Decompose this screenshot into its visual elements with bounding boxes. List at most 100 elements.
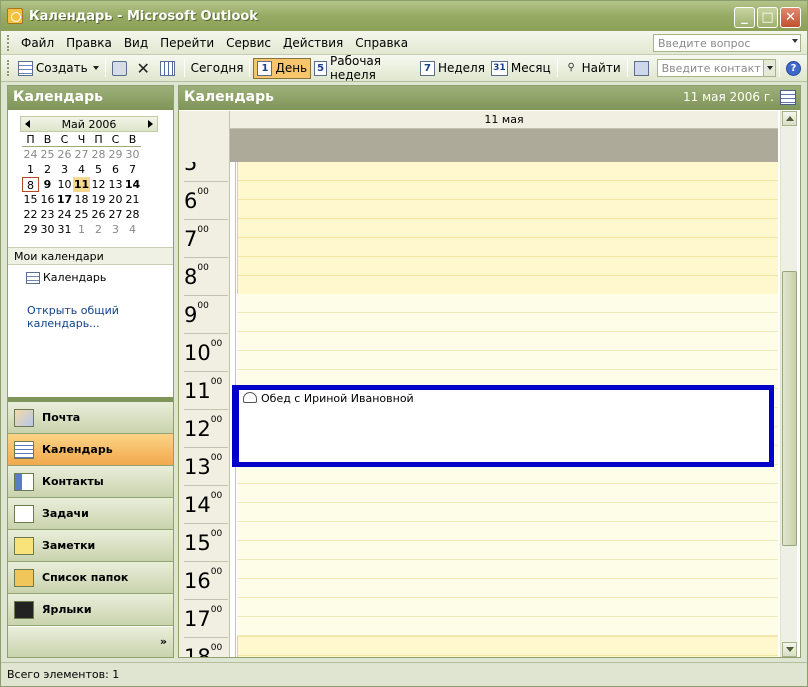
date-cell[interactable]: 30 bbox=[39, 222, 56, 237]
menu-go[interactable]: Перейти bbox=[154, 34, 220, 52]
date-cell[interactable]: 15 bbox=[22, 192, 39, 207]
date-cell[interactable]: 2 bbox=[90, 222, 107, 237]
scroll-down-icon[interactable] bbox=[782, 642, 797, 657]
date-cell[interactable]: 26 bbox=[56, 147, 73, 162]
date-cell[interactable]: 30 bbox=[124, 147, 141, 162]
menu-actions[interactable]: Действия bbox=[277, 34, 349, 52]
date-cell[interactable]: 9 bbox=[39, 177, 56, 192]
date-cell[interactable]: 26 bbox=[90, 207, 107, 222]
standard-toolbar: Создать ✕ Сегодня 1 День 5 Рабочая недел… bbox=[1, 54, 807, 82]
menu-edit[interactable]: Правка bbox=[60, 34, 118, 52]
create-button[interactable]: Создать bbox=[15, 58, 102, 79]
menu-tools[interactable]: Сервис bbox=[220, 34, 277, 52]
nav-button-contacts[interactable]: Контакты bbox=[8, 466, 173, 498]
date-cell[interactable]: 1 bbox=[73, 222, 90, 237]
date-cell[interactable]: 27 bbox=[107, 207, 124, 222]
contacts-icon bbox=[14, 472, 34, 491]
ask-question-input[interactable]: Введите вопрос bbox=[653, 34, 801, 52]
day-view-button[interactable]: 1 День bbox=[253, 57, 312, 79]
chevron-more-icon[interactable]: » bbox=[160, 635, 167, 648]
configure-buttons[interactable]: » bbox=[8, 627, 173, 657]
chevron-down-icon[interactable] bbox=[92, 66, 99, 70]
date-cell[interactable]: 27 bbox=[73, 147, 90, 162]
date-cell[interactable]: 5 bbox=[90, 162, 107, 177]
chevron-down-icon[interactable] bbox=[763, 60, 775, 76]
date-cell[interactable]: 31 bbox=[56, 222, 73, 237]
hour-minutes: 00 bbox=[210, 415, 223, 425]
date-cell[interactable]: 18 bbox=[73, 192, 90, 207]
date-cell[interactable]: 12 bbox=[90, 177, 107, 192]
maximize-button[interactable]: □ bbox=[757, 7, 778, 28]
nav-button-calendar[interactable]: Календарь bbox=[8, 434, 173, 466]
minimize-button[interactable]: _ bbox=[734, 7, 755, 28]
date-cell[interactable]: 4 bbox=[124, 222, 141, 237]
date-cell[interactable]: 21 bbox=[124, 192, 141, 207]
address-book-button[interactable] bbox=[631, 58, 655, 79]
calendar-list-item[interactable]: Календарь bbox=[26, 271, 106, 284]
date-cell[interactable]: 2 bbox=[39, 162, 56, 177]
nav-button-notes[interactable]: Заметки bbox=[8, 530, 173, 562]
today-button[interactable]: Сегодня bbox=[188, 58, 247, 79]
date-cell[interactable]: 17 bbox=[56, 192, 73, 207]
title-bar[interactable]: Календарь - Microsoft Outlook _ □ ✕ bbox=[1, 1, 807, 31]
date-cell[interactable]: 25 bbox=[39, 147, 56, 162]
print-button[interactable] bbox=[109, 58, 133, 79]
date-cell[interactable]: 3 bbox=[107, 222, 124, 237]
date-cell[interactable]: 16 bbox=[39, 192, 56, 207]
nav-button-shortcuts[interactable]: Ярлыки bbox=[8, 594, 173, 626]
date-cell[interactable]: 19 bbox=[90, 192, 107, 207]
date-cell[interactable]: 28 bbox=[90, 147, 107, 162]
previous-month-icon[interactable] bbox=[25, 120, 30, 128]
navigation-pane: Календарь Май 2006 П В С Ч П С В 24 25 26 27 28 29 30… bbox=[7, 85, 174, 658]
outlook-icon[interactable] bbox=[7, 8, 23, 24]
find-contact-input[interactable]: Введите контакт bbox=[656, 59, 776, 77]
delete-button[interactable]: ✕ bbox=[133, 58, 157, 79]
address-grid-button[interactable] bbox=[157, 58, 181, 79]
date-cell[interactable]: 24 bbox=[56, 207, 73, 222]
help-button[interactable]: ? bbox=[783, 58, 807, 79]
scrollbar-thumb[interactable] bbox=[782, 271, 797, 546]
date-cell[interactable]: 10 bbox=[56, 177, 73, 192]
vertical-scrollbar[interactable] bbox=[780, 111, 797, 657]
workweek-view-button[interactable]: 5 Рабочая неделя bbox=[311, 54, 417, 82]
date-cell[interactable]: 4 bbox=[73, 162, 90, 177]
close-button[interactable]: ✕ bbox=[780, 7, 801, 28]
hour-number: 7 bbox=[184, 227, 198, 251]
date-cell[interactable]: 22 bbox=[22, 207, 39, 222]
date-cell[interactable]: 29 bbox=[22, 222, 39, 237]
week-view-button[interactable]: 7 Неделя bbox=[417, 58, 488, 79]
menu-help[interactable]: Справка bbox=[349, 34, 414, 52]
date-cell[interactable]: 6 bbox=[107, 162, 124, 177]
date-cell[interactable]: 1 bbox=[22, 162, 39, 177]
chevron-down-icon[interactable] bbox=[792, 39, 798, 43]
date-cell[interactable]: 24 bbox=[22, 147, 39, 162]
menu-file[interactable]: Файл bbox=[15, 34, 60, 52]
date-cell[interactable]: 7 bbox=[124, 162, 141, 177]
date-cell[interactable]: 29 bbox=[107, 147, 124, 162]
toolbar-grip[interactable] bbox=[7, 34, 10, 51]
find-button[interactable]: ⚲ Найти bbox=[561, 58, 624, 79]
date-cell[interactable]: 28 bbox=[124, 207, 141, 222]
hour-label: 700 bbox=[184, 219, 228, 257]
date-cell[interactable]: 25 bbox=[73, 207, 90, 222]
menu-view[interactable]: Вид bbox=[118, 34, 154, 52]
nav-button-folders[interactable]: Список папок bbox=[8, 562, 173, 594]
all-day-events-area[interactable] bbox=[230, 129, 778, 162]
scroll-up-icon[interactable] bbox=[782, 111, 797, 126]
day-column-header[interactable]: 11 мая bbox=[230, 111, 778, 129]
toolbar-grip[interactable] bbox=[7, 60, 10, 76]
date-cell[interactable]: 14 bbox=[124, 177, 141, 192]
month-view-button[interactable]: 31 Месяц bbox=[488, 58, 554, 79]
date-navigator-header: Май 2006 bbox=[20, 116, 158, 132]
open-shared-calendar-link[interactable]: Открыть общий календарь... bbox=[27, 304, 173, 330]
appointment[interactable]: Обед с Ириной Ивановной bbox=[232, 385, 774, 467]
date-cell[interactable]: 3 bbox=[56, 162, 73, 177]
date-cell[interactable]: 23 bbox=[39, 207, 56, 222]
nav-button-tasks[interactable]: Задачи bbox=[8, 498, 173, 530]
next-month-icon[interactable] bbox=[148, 120, 153, 128]
date-cell[interactable]: 11 bbox=[73, 177, 90, 192]
date-cell[interactable]: 13 bbox=[107, 177, 124, 192]
nav-button-mail[interactable]: Почта bbox=[8, 402, 173, 434]
date-cell[interactable]: 20 bbox=[107, 192, 124, 207]
date-cell[interactable]: 8 bbox=[22, 177, 39, 192]
